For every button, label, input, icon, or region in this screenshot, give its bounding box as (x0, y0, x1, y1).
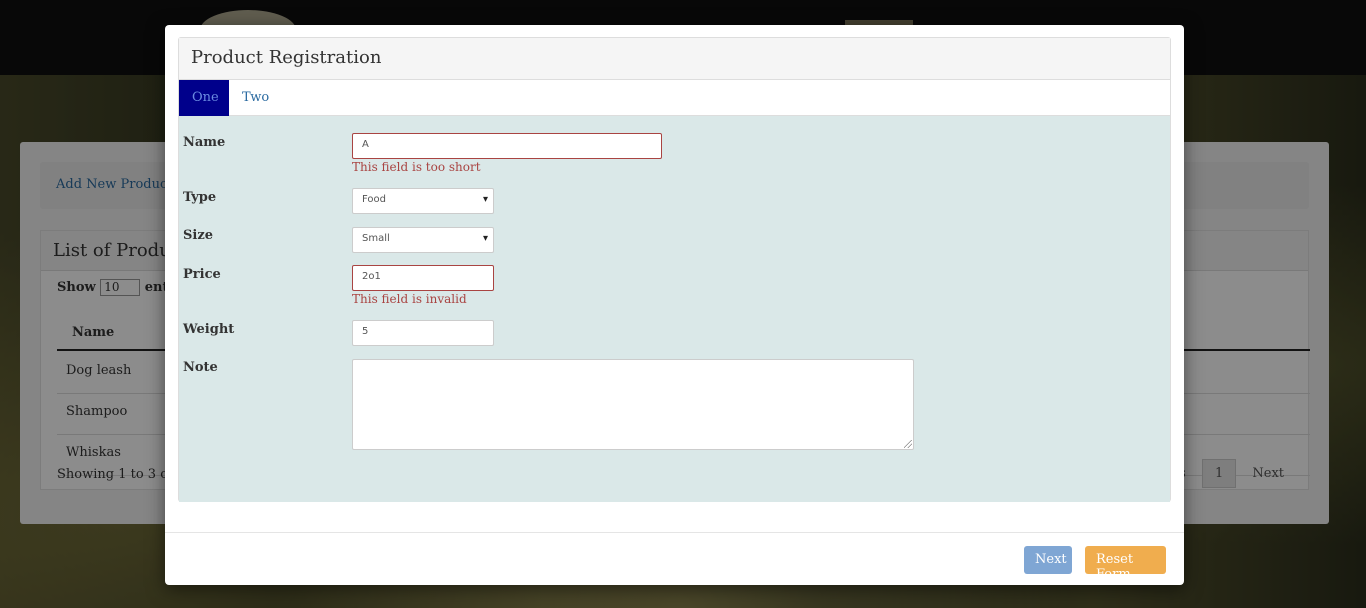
type-select-value: Food (362, 194, 386, 205)
name-error: This field is too short (352, 160, 481, 174)
note-label: Note (183, 360, 218, 375)
weight-field[interactable]: 5 (352, 320, 494, 346)
name-label: Name (183, 135, 226, 150)
registration-panel: Product Registration One Two Name A This… (178, 37, 1171, 502)
note-textarea[interactable] (352, 359, 914, 450)
chevron-down-icon: ▾ (482, 233, 488, 244)
weight-label: Weight (183, 322, 235, 337)
name-field[interactable]: A (352, 133, 662, 159)
price-error: This field is invalid (352, 292, 467, 306)
type-select[interactable]: Food ▾ (352, 188, 494, 214)
form-step-one: Name A This field is too short Type Food… (179, 116, 1170, 502)
tab-one[interactable]: One (179, 80, 229, 116)
resize-handle-icon[interactable] (904, 440, 912, 448)
modal-footer: Next Reset Form (165, 532, 1184, 585)
size-label: Size (183, 228, 213, 243)
type-label: Type (183, 190, 217, 205)
next-button[interactable]: Next (1024, 546, 1072, 574)
price-field[interactable]: 2o1 (352, 265, 494, 291)
price-label: Price (183, 267, 221, 282)
product-registration-modal: Product Registration One Two Name A This… (165, 25, 1184, 585)
tab-two[interactable]: Two (229, 80, 282, 116)
size-select-value: Small (362, 233, 390, 244)
chevron-down-icon: ▾ (482, 194, 488, 205)
reset-form-button[interactable]: Reset Form (1085, 546, 1166, 582)
size-select[interactable]: Small ▾ (352, 227, 494, 253)
modal-title: Product Registration (179, 38, 1170, 80)
wizard-tabs: One Two (179, 80, 1170, 116)
